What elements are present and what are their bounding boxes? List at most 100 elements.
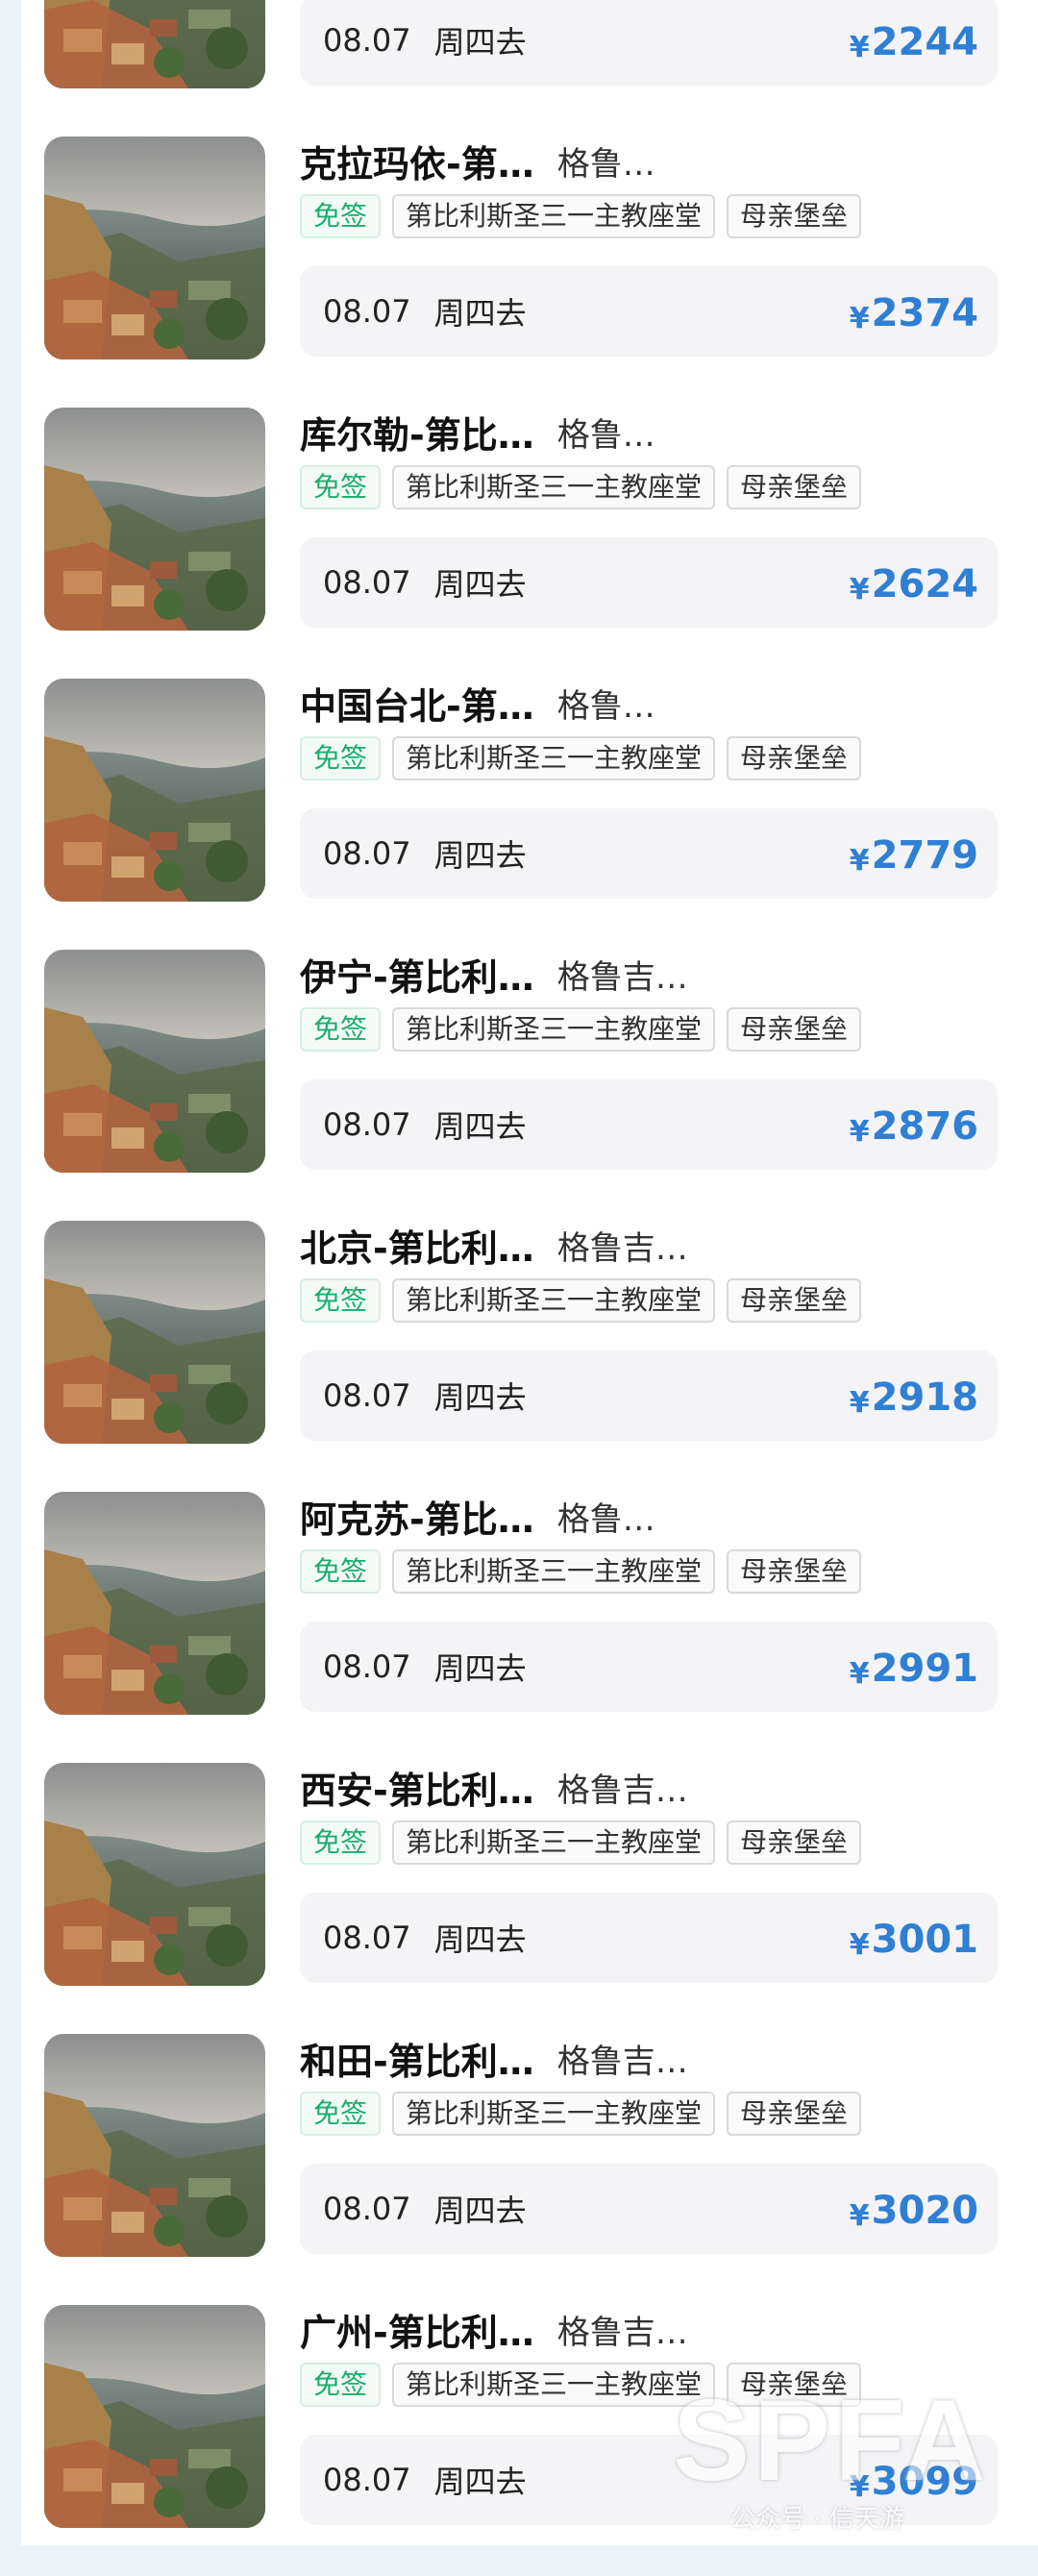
date-price-box[interactable]: 08.07 周四去 ¥2624 — [300, 537, 998, 628]
destination-thumbnail — [44, 408, 265, 631]
price-value: 2374 — [871, 291, 978, 335]
tbilisi-city-view-photo — [44, 136, 265, 359]
date-price-box[interactable]: 08.07 周四去 ¥3001 — [300, 1893, 998, 1983]
currency-symbol: ¥ — [849, 31, 870, 64]
route-card[interactable]: 伊宁-第比利… 格鲁吉… 免签 第比利斯圣三一主教座堂 母亲堡垒 08.07 周四去 ¥287… — [21, 950, 1038, 1221]
date-text: 08.07 — [323, 22, 411, 59]
route-name: 北京-第比利… — [300, 1226, 534, 1270]
tag-row: 免签 第比利斯圣三一主教座堂 母亲堡垒 — [300, 1007, 873, 1052]
tbilisi-city-view-photo — [44, 1763, 265, 1986]
route-title: 广州-第比利… 格鲁吉… — [300, 2305, 688, 2354]
route-name: 中国台北-第… — [300, 684, 534, 728]
date-price-box[interactable]: 08.07 周四去 ¥ 2244 — [300, 0, 998, 86]
visa-free-tag: 免签 — [300, 736, 382, 780]
attraction-tag: 母亲堡垒 — [727, 736, 862, 780]
route-card-partial[interactable]: 08.07 周四去 ¥ 2244 — [21, 0, 1038, 136]
price: ¥2918 — [850, 1375, 978, 1420]
attraction-tag: 第比利斯圣三一主教座堂 — [392, 194, 716, 238]
date-price-box[interactable]: 08.07 周四去 ¥2876 — [300, 1079, 998, 1170]
price: ¥3099 — [850, 2460, 978, 2504]
departure-date: 08.07 周四去 — [323, 266, 527, 357]
weekday-text: 周四去 — [433, 566, 527, 603]
route-name: 克拉玛依-第… — [300, 142, 534, 186]
departure-date: 08.07 周四去 — [323, 1893, 527, 1983]
destination-thumbnail — [44, 1763, 265, 1986]
route-destination-country: 格鲁吉… — [556, 2313, 688, 2352]
price-value: 3099 — [871, 2460, 978, 2504]
route-card[interactable]: 西安-第比利… 格鲁吉… 免签 第比利斯圣三一主教座堂 母亲堡垒 08.07 周四去 ¥300… — [21, 1763, 1038, 2034]
price: ¥2624 — [850, 562, 978, 607]
route-card[interactable]: 克拉玛依-第… 格鲁… 免签 第比利斯圣三一主教座堂 母亲堡垒 08.07 周四去 ¥2374 — [21, 136, 1038, 408]
currency-symbol: ¥ — [849, 1386, 870, 1420]
route-title: 库尔勒-第比… 格鲁… — [300, 408, 655, 457]
currency-symbol: ¥ — [849, 2199, 870, 2233]
weekday-text: 周四去 — [433, 1108, 527, 1145]
date-price-box[interactable]: 08.07 周四去 ¥2991 — [300, 1622, 998, 1712]
attraction-tag: 第比利斯圣三一主教座堂 — [392, 1821, 716, 1865]
tbilisi-city-view-photo — [44, 1221, 265, 1444]
price-value: 2918 — [871, 1375, 978, 1420]
attraction-tag: 母亲堡垒 — [727, 1821, 862, 1865]
weekday-text: 周四去 — [433, 837, 527, 874]
departure-date: 08.07 周四去 — [323, 1350, 527, 1441]
attraction-tag: 第比利斯圣三一主教座堂 — [392, 1549, 716, 1594]
date-price-box[interactable]: 08.07 周四去 ¥2374 — [300, 266, 998, 357]
route-card[interactable]: 北京-第比利… 格鲁吉… 免签 第比利斯圣三一主教座堂 母亲堡垒 08.07 周四去 ¥291… — [21, 1221, 1038, 1492]
weekday-text: 周四去 — [433, 1921, 527, 1958]
tbilisi-city-view-photo — [44, 2305, 265, 2528]
date-price-box[interactable]: 08.07 周四去 ¥2779 — [300, 808, 998, 899]
tag-row: 免签 第比利斯圣三一主教座堂 母亲堡垒 — [300, 194, 873, 238]
attraction-tag: 第比利斯圣三一主教座堂 — [392, 736, 716, 780]
destination-thumbnail — [44, 0, 265, 88]
route-name: 库尔勒-第比… — [300, 413, 534, 457]
date-text: 08.07 — [323, 835, 411, 872]
route-card[interactable]: 广州-第比利… 格鲁吉… 免签 第比利斯圣三一主教座堂 母亲堡垒 08.07 周四去 ¥309… — [21, 2305, 1038, 2576]
price-value: 2624 — [871, 562, 978, 607]
route-name: 西安-第比利… — [300, 1769, 534, 1812]
currency-symbol: ¥ — [849, 2470, 870, 2504]
route-card[interactable]: 阿克苏-第比… 格鲁… 免签 第比利斯圣三一主教座堂 母亲堡垒 08.07 周四去 ¥2991 — [21, 1492, 1038, 1763]
departure-date: 08.07 周四去 — [323, 537, 527, 628]
route-title: 克拉玛依-第… 格鲁… — [300, 136, 655, 186]
route-card[interactable]: 中国台北-第… 格鲁… 免签 第比利斯圣三一主教座堂 母亲堡垒 08.07 周四去 ¥2779 — [21, 679, 1038, 950]
destination-thumbnail — [44, 1492, 265, 1715]
route-name: 阿克苏-第比… — [300, 1498, 534, 1541]
price: ¥2374 — [850, 291, 978, 335]
date-price-box[interactable]: 08.07 周四去 ¥3099 — [300, 2435, 998, 2525]
date-price-box[interactable]: 08.07 周四去 ¥3020 — [300, 2164, 998, 2254]
weekday-text: 周四去 — [433, 295, 527, 332]
tbilisi-city-view-photo — [44, 0, 265, 88]
price-value: 3001 — [871, 1918, 978, 1962]
route-name: 广州-第比利… — [300, 2311, 534, 2354]
tbilisi-city-view-photo — [44, 1492, 265, 1715]
currency-symbol: ¥ — [849, 1115, 870, 1149]
weekday-text: 周四去 — [433, 1379, 527, 1416]
tbilisi-city-view-photo — [44, 679, 265, 902]
date-price-box[interactable]: 08.07 周四去 ¥2918 — [300, 1350, 998, 1441]
tbilisi-city-view-photo — [44, 950, 265, 1173]
attraction-tag: 母亲堡垒 — [727, 2363, 862, 2407]
visa-free-tag: 免签 — [300, 465, 382, 509]
visa-free-tag: 免签 — [300, 1549, 382, 1594]
attraction-tag: 母亲堡垒 — [727, 1549, 862, 1594]
route-destination-country: 格鲁… — [556, 1499, 655, 1539]
tbilisi-city-view-photo — [44, 408, 265, 631]
departure-date: 08.07 周四去 — [323, 0, 527, 86]
route-destination-country: 格鲁吉… — [556, 1228, 688, 1268]
date-text: 08.07 — [323, 564, 411, 601]
attraction-tag: 母亲堡垒 — [727, 194, 862, 238]
price: ¥3020 — [850, 2189, 978, 2233]
tag-row: 免签 第比利斯圣三一主教座堂 母亲堡垒 — [300, 1549, 873, 1594]
price-value: 2779 — [871, 833, 978, 878]
route-destination-country: 格鲁吉… — [556, 2042, 688, 2081]
route-card[interactable]: 库尔勒-第比… 格鲁… 免签 第比利斯圣三一主教座堂 母亲堡垒 08.07 周四去 ¥2624 — [21, 408, 1038, 679]
route-card[interactable]: 和田-第比利… 格鲁吉… 免签 第比利斯圣三一主教座堂 母亲堡垒 08.07 周四去 ¥302… — [21, 2034, 1038, 2305]
weekday-text: 周四去 — [433, 2192, 527, 2229]
currency-symbol: ¥ — [849, 844, 870, 878]
price-value: 2876 — [871, 1104, 978, 1149]
date-text: 08.07 — [323, 1920, 411, 1956]
tag-row: 免签 第比利斯圣三一主教座堂 母亲堡垒 — [300, 1821, 873, 1865]
route-destination-country: 格鲁… — [556, 144, 655, 184]
currency-symbol: ¥ — [849, 573, 870, 607]
route-title: 伊宁-第比利… 格鲁吉… — [300, 950, 688, 999]
